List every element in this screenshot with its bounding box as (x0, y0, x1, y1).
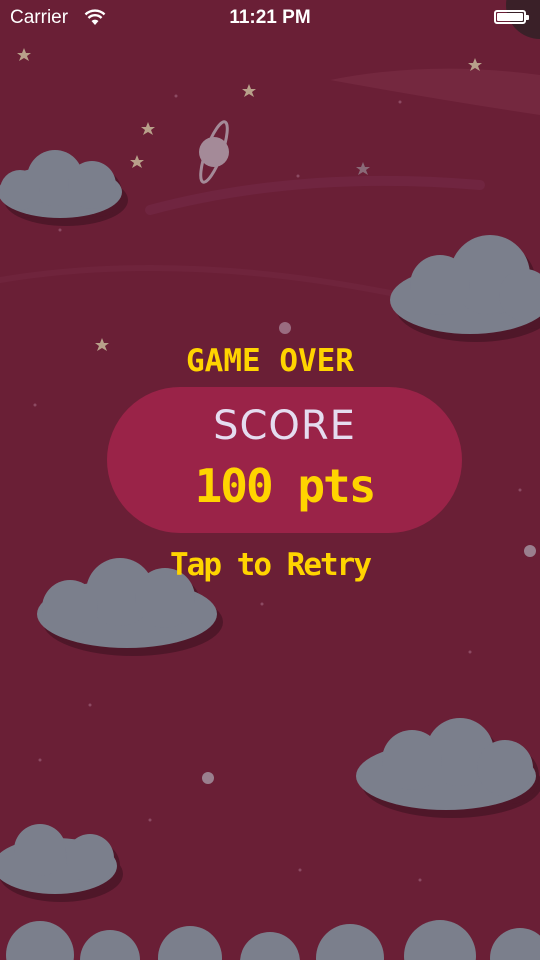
clock: 11:21 PM (229, 7, 311, 28)
game-over-title: GAME OVER (186, 343, 354, 379)
status-bar: Carrier 11:21 PM (0, 0, 540, 36)
retry-button[interactable]: Tap to Retry (170, 547, 372, 583)
battery-full-icon (494, 10, 529, 24)
score-panel: SCORE 100 pts (107, 387, 462, 533)
score-label: SCORE (213, 403, 356, 449)
score-value: 100 pts (194, 459, 377, 513)
